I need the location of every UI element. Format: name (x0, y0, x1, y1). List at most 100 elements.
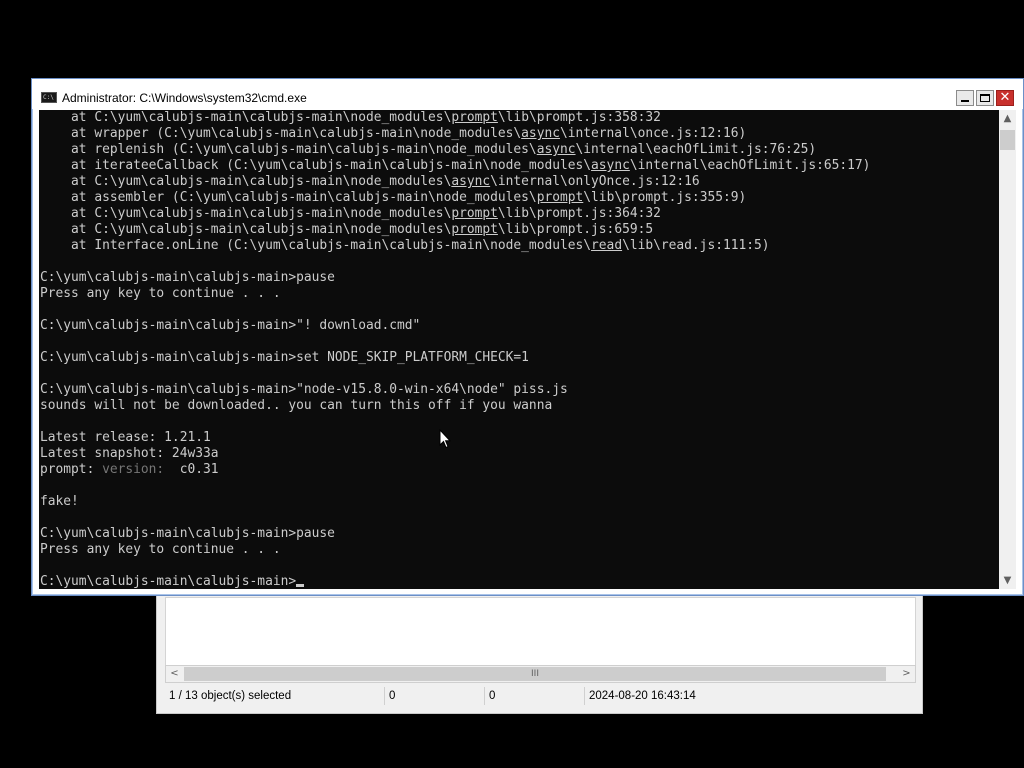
console-module-link: prompt (451, 222, 498, 237)
cmd-app-icon[interactable]: C:\ (41, 92, 57, 103)
console-text-segment: prompt: (40, 462, 103, 477)
console-line: C:\yum\calubjs-main\calubjs-main>"! down… (40, 318, 999, 334)
console-text-segment: at assembler (C:\yum\calubjs-main\calubj… (40, 190, 537, 205)
console-text-segment: \lib\prompt.js:358:32 (497, 110, 661, 125)
console-output[interactable]: at C:\yum\calubjs-main\calubjs-main\node… (39, 110, 999, 589)
console-line: C:\yum\calubjs-main\calubjs-main>pause (40, 270, 999, 286)
console-text-segment: C:\yum\calubjs-main\calubjs-main>"! down… (40, 318, 421, 333)
text-cursor (296, 584, 305, 587)
console-module-link: prompt (536, 190, 584, 205)
console-line: at iterateeCallback (C:\yum\calubjs-main… (40, 158, 999, 174)
maximize-icon (980, 94, 990, 102)
console-module-link: async (591, 158, 630, 173)
console-text-segment: at replenish (C:\yum\calubjs-main\calubj… (40, 142, 537, 157)
cmd-window: C:\ Administrator: C:\Windows\system32\c… (31, 78, 1024, 596)
console-text-segment: \lib\prompt.js:659:5 (497, 222, 654, 237)
console-text-segment: \internal\once.js:12:16) (559, 126, 747, 141)
console-text-segment: \lib\prompt.js:364:32 (497, 206, 661, 221)
console-line: Press any key to continue . . . (40, 542, 999, 558)
console-text-segment: c0.31 (164, 462, 219, 477)
console-line: sounds will not be downloaded.. you can … (40, 398, 999, 414)
console-line: C:\yum\calubjs-main\calubjs-main>set NOD… (40, 350, 999, 366)
console-module-link: prompt (451, 206, 498, 221)
maximize-button[interactable] (976, 90, 994, 106)
status-column-2: 0 (385, 687, 485, 705)
console-line: C:\yum\calubjs-main\calubjs-main>"node-v… (40, 382, 999, 398)
status-date: 2024-08-20 16:43:14 (589, 690, 696, 702)
console-line: fake! (40, 494, 999, 510)
vertical-scroll-thumb[interactable] (1000, 130, 1015, 150)
window-title: Administrator: C:\Windows\system32\cmd.e… (62, 91, 307, 105)
console-text-segment: at C:\yum\calubjs-main\calubjs-main\node… (40, 222, 452, 237)
scroll-right-icon[interactable]: > (898, 666, 915, 682)
console-module-link: prompt (451, 110, 498, 125)
console-module-link: async (521, 126, 560, 141)
horizontal-scroll-thumb[interactable]: III (184, 667, 886, 681)
scroll-down-icon[interactable]: ▼ (999, 572, 1016, 589)
console-text-segment: \internal\eachOfLimit.js:65:17) (629, 158, 871, 173)
console-text: at C:\yum\calubjs-main\calubjs-main\node… (39, 110, 999, 589)
explorer-file-list[interactable] (165, 597, 916, 667)
console-line: prompt: version: c0.31 (40, 462, 999, 478)
console-line: C:\yum\calubjs-main\calubjs-main>pause (40, 526, 999, 542)
vertical-scrollbar[interactable]: ▲ ▼ (999, 110, 1016, 589)
console-line: Press any key to continue . . . (40, 286, 999, 302)
console-text-segment: fake! (40, 494, 79, 509)
explorer-status-bar: 1 / 13 object(s) selected 0 0 2024-08-20… (165, 687, 916, 705)
console-line: at assembler (C:\yum\calubjs-main\calubj… (40, 190, 999, 206)
console-text-segment: Latest snapshot: 24w33a (40, 446, 219, 461)
close-icon: ✕ (999, 90, 1011, 105)
console-module-link: async (451, 174, 491, 189)
console-text-segment: C:\yum\calubjs-main\calubjs-main> (40, 574, 297, 589)
console-line: at replenish (C:\yum\calubjs-main\calubj… (40, 142, 999, 158)
console-line: at C:\yum\calubjs-main\calubjs-main\node… (40, 206, 999, 222)
console-line: at Interface.onLine (C:\yum\calubjs-main… (40, 238, 999, 254)
console-text-segment: at Interface.onLine (C:\yum\calubjs-main… (40, 238, 592, 253)
minimize-icon (961, 100, 969, 102)
scroll-up-icon[interactable]: ▲ (999, 110, 1016, 127)
console-text-segment: C:\yum\calubjs-main\calubjs-main>pause (40, 270, 335, 285)
console-text-segment: at C:\yum\calubjs-main\calubjs-main\node… (40, 110, 452, 125)
console-text-segment: \lib\prompt.js:355:9) (583, 190, 747, 205)
console-text-segment: \lib\read.js:111:5) (622, 238, 770, 253)
console-text-segment: C:\yum\calubjs-main\calubjs-main>pause (40, 526, 335, 541)
status-column-3: 0 (485, 687, 585, 705)
console-line: at C:\yum\calubjs-main\calubjs-main\node… (40, 222, 999, 238)
console-module-link: read (591, 238, 623, 253)
console-text-segment: Latest release: 1.21.1 (40, 430, 211, 445)
scroll-left-icon[interactable]: < (166, 666, 183, 682)
console-line: at C:\yum\calubjs-main\calubjs-main\node… (40, 174, 999, 190)
console-text-segment: \internal\onlyOnce.js:12:16 (490, 174, 700, 189)
minimize-button[interactable] (956, 90, 974, 106)
mouse-pointer-icon (439, 429, 451, 449)
console-text-segment: at C:\yum\calubjs-main\calubjs-main\node… (40, 206, 452, 221)
console-module-link: async (536, 142, 576, 157)
status-selection-count: 1 / 13 object(s) selected (165, 687, 385, 705)
console-dim-text: version: (102, 462, 165, 477)
console-line: C:\yum\calubjs-main\calubjs-main> (40, 574, 999, 589)
scroll-grip-icon: III (531, 669, 539, 679)
console-text-segment: at C:\yum\calubjs-main\calubjs-main\node… (40, 174, 452, 189)
console-line: at C:\yum\calubjs-main\calubjs-main\node… (40, 110, 999, 126)
console-text-segment: C:\yum\calubjs-main\calubjs-main>set NOD… (40, 350, 529, 365)
console-text-segment: Press any key to continue . . . (40, 542, 281, 557)
console-text-segment: sounds will not be downloaded.. you can … (40, 398, 553, 413)
console-line: at wrapper (C:\yum\calubjs-main\calubjs-… (40, 126, 999, 142)
console-text-segment: Press any key to continue . . . (40, 286, 281, 301)
console-text-segment: C:\yum\calubjs-main\calubjs-main>"node-v… (40, 382, 568, 397)
close-button[interactable]: ✕ (996, 90, 1014, 106)
console-text-segment: at iterateeCallback (C:\yum\calubjs-main… (40, 158, 592, 173)
cmd-titlebar[interactable]: C:\ Administrator: C:\Windows\system32\c… (32, 79, 1023, 109)
console-text-segment: \internal\eachOfLimit.js:76:25) (575, 142, 817, 157)
console-line: Latest snapshot: 24w33a (40, 446, 999, 462)
horizontal-scrollbar[interactable]: < III > (165, 665, 916, 683)
console-text-segment: at wrapper (C:\yum\calubjs-main\calubjs-… (40, 126, 522, 141)
